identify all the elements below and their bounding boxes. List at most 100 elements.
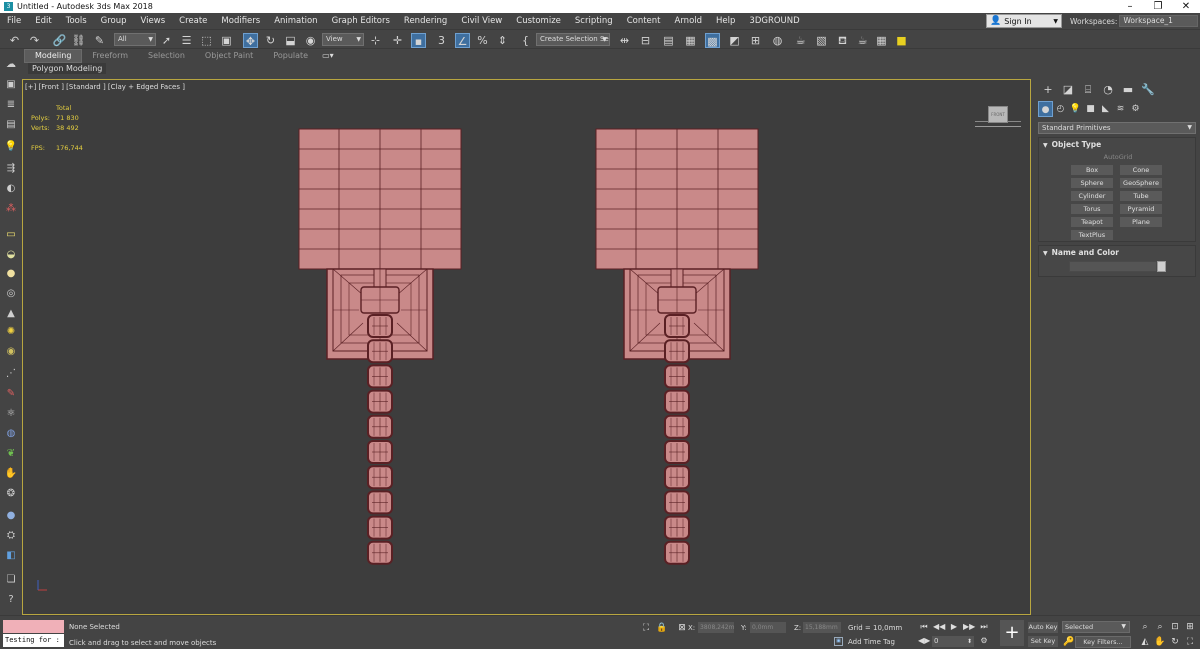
set-key-button[interactable]: Set Key xyxy=(1028,636,1058,647)
menu-arnold[interactable]: Arnold xyxy=(668,13,710,29)
tube-button[interactable]: Tube xyxy=(1120,191,1162,201)
ribbon-tab-object-paint[interactable]: Object Paint xyxy=(195,50,263,62)
previous-frame-icon[interactable]: ◀◀ xyxy=(933,621,945,633)
menu-scripting[interactable]: Scripting xyxy=(568,13,620,29)
menu-animation[interactable]: Animation xyxy=(267,13,324,29)
name-and-color-header[interactable]: ▼ Name and Color xyxy=(1039,246,1195,260)
selection-lock-icon[interactable]: 🔒 xyxy=(656,622,668,634)
ribbon-toggle-icon[interactable]: ▩ xyxy=(705,33,720,48)
help-icon[interactable]: ? xyxy=(4,593,18,607)
helpers-icon[interactable]: ◣ xyxy=(1098,101,1113,117)
undo-icon[interactable]: ↶ xyxy=(7,33,22,48)
viewcube-front-face[interactable]: FRONT xyxy=(988,106,1008,123)
percent-snap-icon[interactable]: % xyxy=(475,33,490,48)
menu-customize[interactable]: Customize xyxy=(509,13,568,29)
light-bulb-icon[interactable]: 💡 xyxy=(4,140,18,154)
cone-icon[interactable]: ▲ xyxy=(4,307,18,321)
key-mode-toggle-icon[interactable]: ◀▶ xyxy=(918,635,930,647)
key-filters-button[interactable]: Key Filters... xyxy=(1075,636,1131,648)
globe-icon[interactable]: ◍ xyxy=(4,427,18,441)
schematic-view-icon[interactable]: ⊞ xyxy=(748,33,763,48)
spinner-icon[interactable]: ⬍ xyxy=(967,636,972,647)
menu-views[interactable]: Views xyxy=(134,13,173,29)
next-frame-icon[interactable]: ▶▶ xyxy=(963,621,975,633)
zoom-extents-icon[interactable]: ⊡ xyxy=(1169,621,1181,633)
sconce-shade[interactable] xyxy=(595,128,759,270)
menu-rendering[interactable]: Rendering xyxy=(397,13,454,29)
spinner-snap-icon[interactable]: ⇕ xyxy=(495,33,510,48)
modify-tab-icon[interactable]: ◪ xyxy=(1058,83,1078,99)
select-place-icon[interactable]: ◉ xyxy=(303,33,318,48)
select-scale-icon[interactable]: ⬓ xyxy=(283,33,298,48)
render-icon[interactable]: ◧ xyxy=(4,549,18,563)
primitive-type-dropdown[interactable]: Standard Primitives ▼ xyxy=(1038,122,1196,134)
align-icon[interactable]: ⊟ xyxy=(638,33,653,48)
field-of-view-icon[interactable]: ◭ xyxy=(1139,636,1151,648)
window-crossing-icon[interactable]: ▣ xyxy=(219,33,234,48)
menu-3dground[interactable]: 3DGROUND xyxy=(742,13,806,29)
y-coord-field[interactable]: 0,0mm xyxy=(750,622,786,633)
workspace-dropdown[interactable]: Workspace_1 xyxy=(1119,15,1198,27)
front-viewport[interactable]: [+] [Front ] [Standard ] [Clay + Edged F… xyxy=(22,79,1031,615)
scene-explorer-icon[interactable]: ▤ xyxy=(661,33,676,48)
list-icon[interactable]: ≣ xyxy=(4,98,18,112)
shapes-icon[interactable]: ◴ xyxy=(1053,101,1068,117)
ribbon-tab-selection[interactable]: Selection xyxy=(138,50,195,62)
sconce-shade[interactable] xyxy=(298,128,462,270)
menu-graph-editors[interactable]: Graph Editors xyxy=(325,13,397,29)
reference-coordinate-dropdown[interactable]: View ▼ xyxy=(322,33,364,46)
ribbon-tab-freeform[interactable]: Freeform xyxy=(82,50,138,62)
pivot-point-center-icon[interactable]: ⊹ xyxy=(368,33,383,48)
ribbon-options-icon[interactable]: ▭▾ xyxy=(318,50,338,62)
teapot-button[interactable]: Teapot xyxy=(1071,217,1113,227)
torus-icon[interactable]: ◎ xyxy=(4,287,18,301)
zoom-extents-all-icon[interactable]: ⊞ xyxy=(1184,621,1196,633)
sphere-button[interactable]: Sphere xyxy=(1071,178,1113,188)
edit-named-selection-icon[interactable]: { xyxy=(518,33,533,48)
create-tab-icon[interactable]: + xyxy=(1038,83,1058,99)
object-name-input[interactable] xyxy=(1069,261,1157,272)
zoom-all-icon[interactable]: ⌕ xyxy=(1154,621,1166,633)
object-color-swatch[interactable] xyxy=(1157,261,1166,272)
cone-button[interactable]: Cone xyxy=(1120,165,1162,175)
set-keys-icon[interactable]: + xyxy=(1000,620,1024,646)
named-selection-sets-dropdown[interactable]: Create Selection Se ▼ xyxy=(536,33,610,46)
sconce-arm[interactable] xyxy=(657,268,697,565)
display-tab-icon[interactable]: ▬ xyxy=(1118,83,1138,99)
lights-icon[interactable]: 💡 xyxy=(1068,101,1083,117)
orbit-icon[interactable]: ↻ xyxy=(1169,636,1181,648)
add-time-tag[interactable]: ▣ Add Time Tag xyxy=(834,637,895,646)
layer-explorer-icon[interactable]: ▦ xyxy=(683,33,698,48)
ribbon-tab-populate[interactable]: Populate xyxy=(263,50,318,62)
maximize-viewport-icon[interactable]: ⛶ xyxy=(1184,636,1196,648)
layers-stack-icon[interactable]: ❏ xyxy=(4,573,18,587)
minimize-button[interactable]: – xyxy=(1116,0,1144,13)
x-coord-field[interactable]: 3808,242m xyxy=(698,622,734,633)
systems-icon[interactable]: ⚙ xyxy=(1128,101,1143,117)
bind-space-warp-icon[interactable]: ✎ xyxy=(92,33,107,48)
ribbon-tab-modeling[interactable]: Modeling xyxy=(24,49,83,63)
hierarchy-tab-icon[interactable]: ⌸ xyxy=(1078,83,1098,99)
sign-in-dropdown[interactable]: 👤 Sign In ▼ xyxy=(986,14,1062,28)
curve-editor-icon[interactable]: ◩ xyxy=(727,33,742,48)
ribbon-panel-label[interactable]: Polygon Modeling xyxy=(28,63,107,74)
menu-create[interactable]: Create xyxy=(172,13,214,29)
tools-icon[interactable]: ⛭ xyxy=(4,529,18,543)
unlink-icon[interactable]: ⛓ xyxy=(71,33,86,48)
render-setup-icon[interactable]: ☕ xyxy=(793,33,808,48)
disc-icon[interactable]: ◉ xyxy=(4,345,18,359)
z-coord-field[interactable]: 15,188mm xyxy=(803,622,841,633)
menu-help[interactable]: Help xyxy=(709,13,742,29)
select-object-icon[interactable]: ➚ xyxy=(159,33,174,48)
plane-button[interactable]: Plane xyxy=(1120,217,1162,227)
cylinder-button[interactable]: Cylinder xyxy=(1071,191,1113,201)
menu-tools[interactable]: Tools xyxy=(59,13,94,29)
viewport-layout-icon[interactable]: ☁ xyxy=(4,58,18,72)
scene-explorer-icon[interactable]: ▣ xyxy=(4,78,18,92)
key-mode-dropdown[interactable]: Selected ▼ xyxy=(1062,621,1130,633)
grid-icon[interactable]: ⋰ xyxy=(4,367,18,381)
rectangular-selection-icon[interactable]: ⬚ xyxy=(199,33,214,48)
render-production-icon[interactable]: ⛾ xyxy=(835,33,850,48)
geosphere-button[interactable]: GeoSphere xyxy=(1120,178,1162,188)
material-editor-icon[interactable]: ◍ xyxy=(770,33,785,48)
